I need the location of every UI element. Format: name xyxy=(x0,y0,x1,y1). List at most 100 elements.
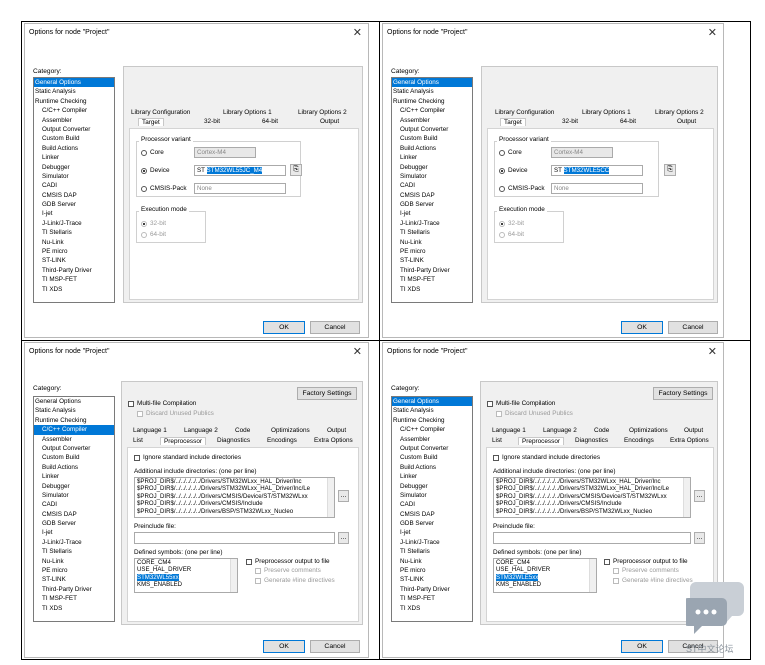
category-item[interactable]: GDB Server xyxy=(392,519,472,528)
tab-library-options-2[interactable]: Library Options 2 xyxy=(298,109,347,116)
cmsis-pack-radio[interactable] xyxy=(499,186,505,192)
device-field[interactable]: ST STM32WLE5CC xyxy=(551,165,643,176)
category-item[interactable]: Custom Build xyxy=(34,453,114,462)
tab-optimizations[interactable]: Optimizations xyxy=(271,427,310,434)
category-item[interactable]: TI MSP-FET xyxy=(34,594,114,603)
preinclude-field[interactable] xyxy=(134,532,335,544)
category-item[interactable]: Simulator xyxy=(392,491,472,500)
tab-language-1[interactable]: Language 1 xyxy=(133,427,167,434)
ok-button[interactable]: OK xyxy=(621,321,663,334)
category-item[interactable]: J-Link/J-Trace xyxy=(392,538,472,547)
tab-target[interactable]: Target xyxy=(138,118,164,126)
category-item[interactable]: General Options xyxy=(34,78,114,88)
category-item[interactable]: Static Analysis xyxy=(392,87,472,96)
category-item[interactable]: TI Stellaris xyxy=(34,228,114,237)
include-dirs-textarea[interactable]: $PROJ_DIR$/../../../../../Drivers/STM32W… xyxy=(134,477,335,518)
device-browse-icon[interactable]: ⎘ xyxy=(290,164,302,176)
category-item[interactable]: ST-LINK xyxy=(392,256,472,265)
category-item[interactable]: Static Analysis xyxy=(34,406,114,415)
category-item[interactable]: Debugger xyxy=(34,482,114,491)
factory-settings-button[interactable]: Factory Settings xyxy=(653,387,713,400)
tab-language-2[interactable]: Language 2 xyxy=(543,427,577,434)
close-icon[interactable]: ✕ xyxy=(708,345,717,358)
category-item[interactable]: Assembler xyxy=(392,435,472,444)
close-icon[interactable]: ✕ xyxy=(353,345,362,358)
category-item[interactable]: Runtime Checking xyxy=(34,97,114,106)
device-radio[interactable] xyxy=(141,168,147,174)
tab-extra-options[interactable]: Extra Options xyxy=(314,437,353,444)
core-radio[interactable] xyxy=(499,150,505,156)
category-item[interactable]: C/C++ Compiler xyxy=(34,425,114,435)
category-item[interactable]: GDB Server xyxy=(34,519,114,528)
category-item[interactable]: TI MSP-FET xyxy=(34,275,114,284)
discard-checkbox[interactable] xyxy=(137,411,143,417)
category-item[interactable]: PE micro xyxy=(34,247,114,256)
tab-library-options-1[interactable]: Library Options 1 xyxy=(223,109,272,116)
tab-output[interactable]: Output xyxy=(684,427,703,434)
category-item[interactable]: Build Actions xyxy=(34,463,114,472)
category-item[interactable]: Output Converter xyxy=(392,125,472,134)
category-item[interactable]: J-Link/J-Trace xyxy=(34,538,114,547)
tab-encodings[interactable]: Encodings xyxy=(267,437,297,444)
category-item[interactable]: Linker xyxy=(34,153,114,162)
gen-line-checkbox[interactable] xyxy=(255,578,261,584)
defined-symbols-textarea[interactable]: CORE_CM4 USE_HAL_DRIVER STM32WLE5xx KMS_… xyxy=(493,558,597,593)
ok-button[interactable]: OK xyxy=(263,640,305,653)
category-item[interactable]: ST-LINK xyxy=(392,575,472,584)
category-item[interactable]: Debugger xyxy=(392,482,472,491)
category-item[interactable]: TI MSP-FET xyxy=(392,594,472,603)
symbols-scrollbar[interactable] xyxy=(589,559,596,592)
category-item[interactable]: J-Link/J-Trace xyxy=(34,219,114,228)
multifile-checkbox[interactable] xyxy=(487,401,493,407)
tab-code[interactable]: Code xyxy=(235,427,250,434)
ok-button[interactable]: OK xyxy=(263,321,305,334)
category-item[interactable]: Assembler xyxy=(34,435,114,444)
include-scrollbar[interactable] xyxy=(683,478,690,517)
tab-library-configuration[interactable]: Library Configuration xyxy=(495,109,554,116)
category-item[interactable]: TI XDS xyxy=(34,604,114,613)
category-item[interactable]: CADI xyxy=(34,181,114,190)
category-item[interactable]: Custom Build xyxy=(34,134,114,143)
category-item[interactable]: PE micro xyxy=(34,566,114,575)
category-item[interactable]: Nu-Link xyxy=(392,557,472,566)
category-item[interactable]: CADI xyxy=(34,500,114,509)
category-item[interactable]: CADI xyxy=(392,500,472,509)
tab-diagnostics[interactable]: Diagnostics xyxy=(575,437,608,444)
category-list[interactable]: General Options Static Analysis Runtime Ch… xyxy=(391,77,473,303)
32-bit-radio[interactable] xyxy=(499,221,505,227)
tab-preprocessor[interactable]: Preprocessor xyxy=(160,437,207,445)
category-item[interactable]: Third-Party Driver xyxy=(392,266,472,275)
close-icon[interactable]: ✕ xyxy=(708,26,717,39)
preserve-comments-checkbox[interactable] xyxy=(613,568,619,574)
category-item[interactable]: Third-Party Driver xyxy=(34,266,114,275)
category-item[interactable]: CMSIS DAP xyxy=(392,191,472,200)
include-edit-button[interactable]: ... xyxy=(338,490,349,502)
category-item[interactable]: TI XDS xyxy=(392,604,472,613)
tab-encodings[interactable]: Encodings xyxy=(624,437,654,444)
category-item[interactable]: Build Actions xyxy=(34,144,114,153)
category-item[interactable]: TI Stellaris xyxy=(392,547,472,556)
category-list[interactable]: General Options Static Analysis Runtime Ch… xyxy=(33,396,115,622)
category-item[interactable]: Custom Build xyxy=(392,453,472,462)
category-item[interactable]: CMSIS DAP xyxy=(34,191,114,200)
category-item[interactable]: General Options xyxy=(34,397,114,406)
category-item[interactable]: I-jet xyxy=(392,209,472,218)
category-item[interactable]: Build Actions xyxy=(392,144,472,153)
category-item[interactable]: ST-LINK xyxy=(34,256,114,265)
category-list[interactable]: General Options Static Analysis Runtime Ch… xyxy=(33,77,115,303)
category-item[interactable]: Assembler xyxy=(392,116,472,125)
tab-output[interactable]: Output xyxy=(320,118,339,125)
category-item[interactable]: Output Converter xyxy=(34,444,114,453)
category-item[interactable]: PE micro xyxy=(392,566,472,575)
cancel-button[interactable]: Cancel xyxy=(310,640,360,653)
category-item[interactable]: Third-Party Driver xyxy=(34,585,114,594)
tab-list[interactable]: List xyxy=(133,437,143,444)
category-item[interactable]: I-jet xyxy=(34,209,114,218)
device-radio[interactable] xyxy=(499,168,505,174)
core-select[interactable]: Cortex-M4 xyxy=(551,147,613,158)
cmsis-pack-radio[interactable] xyxy=(141,186,147,192)
category-item[interactable]: Output Converter xyxy=(392,444,472,453)
core-radio[interactable] xyxy=(141,150,147,156)
category-item[interactable]: Nu-Link xyxy=(34,557,114,566)
category-item[interactable]: TI Stellaris xyxy=(34,547,114,556)
